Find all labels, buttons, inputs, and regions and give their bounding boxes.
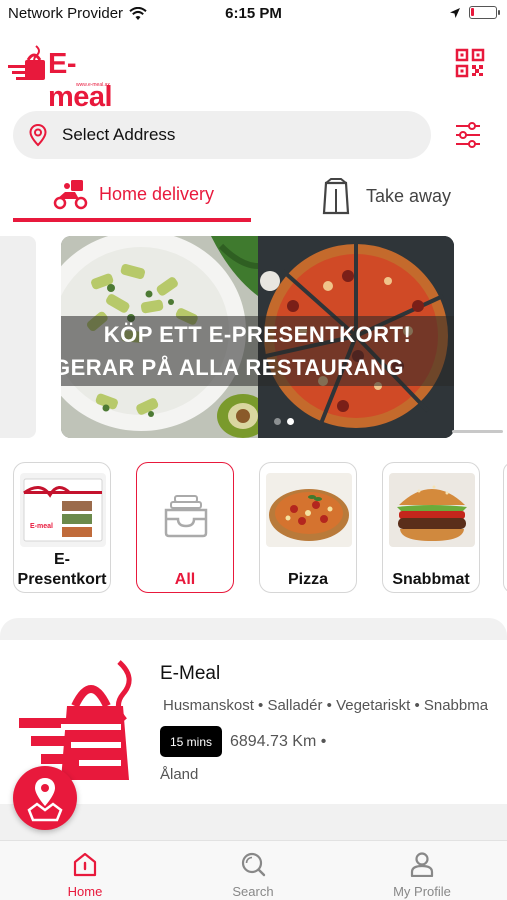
- category-next-peek[interactable]: [503, 462, 507, 593]
- filter-sliders-icon[interactable]: [454, 121, 482, 149]
- carousel-dot[interactable]: [287, 418, 294, 425]
- category-all[interactable]: All: [136, 462, 234, 593]
- category-label-line1: E-: [54, 551, 70, 568]
- promo-banner[interactable]: KÖP ETT E-PRESENTKORT! GERAR PÅ ALLA RES…: [61, 236, 454, 438]
- status-indicators: [449, 6, 500, 19]
- nav-home-label: Home: [67, 884, 103, 899]
- delivery-time-badge: 15 mins: [160, 726, 222, 757]
- carousel-previous-slide-peek[interactable]: [0, 236, 36, 438]
- category-snabbmat[interactable]: Snabbmat: [382, 462, 480, 593]
- tab-take-away-label: Take away: [366, 185, 452, 206]
- category-label: Snabbmat: [392, 571, 470, 588]
- restaurant-distance: 6894.73 Km •: [230, 733, 327, 750]
- svg-text:E-meal: E-meal: [30, 523, 53, 530]
- location-pin-icon: [29, 123, 47, 147]
- app-header: E-meal www.e-meal.ax: [0, 38, 507, 113]
- restaurant-name: E-Meal: [160, 663, 221, 684]
- pizza-image: [266, 473, 352, 547]
- restaurant-cuisine-tags: Husmanskost • Salladér • Vegetariskt • S…: [163, 697, 488, 714]
- category-label: All: [174, 571, 196, 588]
- battery-level-fill: [471, 8, 474, 16]
- category-label-line2: Presentkort: [17, 571, 107, 588]
- bag-icon: [322, 178, 350, 215]
- map-view-button[interactable]: [13, 766, 77, 830]
- select-address-field[interactable]: Select Address: [13, 111, 431, 159]
- map-pin-icon: [27, 778, 63, 822]
- status-bar: Network Provider 6:15 PM: [0, 0, 507, 28]
- e-meal-logo: E-meal www.e-meal.ax: [6, 42, 126, 113]
- home-icon: [73, 852, 97, 877]
- logo-wordmark: E-meal: [48, 48, 113, 113]
- nav-search[interactable]: Search: [203, 841, 303, 900]
- carousel-scroll-indicator: [452, 430, 503, 433]
- qr-code-icon[interactable]: [455, 48, 485, 78]
- banner-subheadline: GERAR PÅ ALLA RESTAURANG: [61, 355, 404, 380]
- battery-icon: [469, 6, 500, 19]
- search-icon: [241, 852, 266, 877]
- tab-take-away[interactable]: Take away: [322, 170, 492, 222]
- nav-my-profile[interactable]: My Profile: [372, 841, 472, 900]
- category-e-presentkort[interactable]: E-meal E- Presentkort: [13, 462, 111, 593]
- tab-home-delivery-label: Home delivery: [99, 183, 215, 204]
- gift-card-image: E-meal: [20, 473, 106, 547]
- restaurant-region: Åland: [160, 766, 199, 783]
- bottom-navigation: Home Search My Profile: [0, 840, 507, 900]
- burger-image: [389, 473, 475, 547]
- banner-headline: KÖP ETT E-PRESENTKORT!: [103, 322, 412, 347]
- nav-search-label: Search: [232, 884, 274, 899]
- status-time: 6:15 PM: [225, 5, 282, 22]
- inbox-tray-icon: [164, 495, 208, 538]
- location-arrow-icon: [450, 7, 460, 18]
- profile-icon: [410, 852, 434, 877]
- logo-bag-icon: [8, 45, 45, 80]
- nav-my-profile-label: My Profile: [393, 884, 451, 899]
- address-placeholder: Select Address: [62, 125, 176, 144]
- scooter-icon: [53, 180, 88, 210]
- tab-home-delivery[interactable]: Home delivery: [13, 170, 251, 222]
- carousel-dot[interactable]: [274, 418, 281, 425]
- category-label: Pizza: [287, 571, 328, 588]
- logo-tagline: www.e-meal.ax: [76, 82, 110, 88]
- category-pizza[interactable]: Pizza: [259, 462, 357, 593]
- nav-home[interactable]: Home: [35, 841, 135, 900]
